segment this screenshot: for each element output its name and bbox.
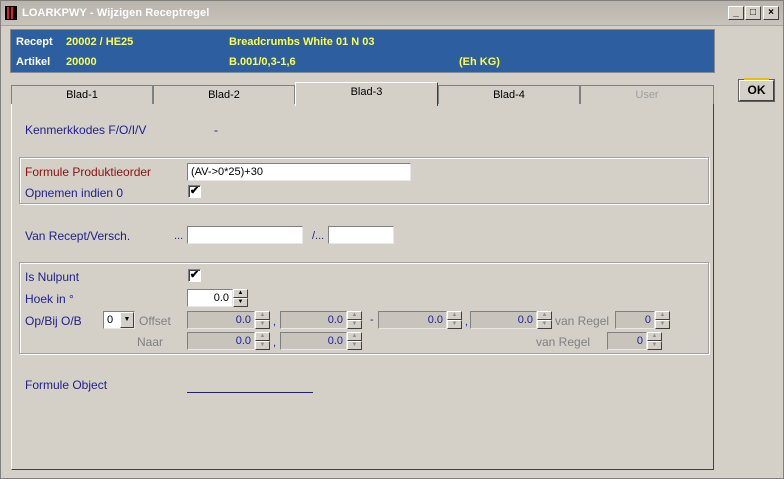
formule-object-link[interactable] — [187, 392, 313, 393]
tab-blad-4[interactable]: Blad-4 — [438, 85, 580, 106]
formule-produktieorder-input[interactable]: (AV->0*25)+30 — [187, 163, 411, 181]
hoek-spinner[interactable]: ▲ ▼ — [233, 289, 248, 307]
tab-blad-1[interactable]: Blad-1 — [11, 85, 153, 106]
minimize-button[interactable]: _ — [728, 6, 744, 20]
van-regel-label: van Regel — [555, 314, 610, 328]
offset-y-input: 0.0 — [280, 311, 347, 329]
tab-blad-3[interactable]: Blad-3 — [295, 82, 438, 106]
versch-input[interactable] — [328, 226, 394, 244]
offset-y2-spinner: ▲ ▼ — [537, 311, 552, 329]
van-recept-label: Van Recept/Versch. — [25, 229, 131, 243]
van-regel-spinner: ▲ ▼ — [655, 311, 670, 329]
recept-label: Recept — [16, 36, 53, 48]
naar-x-spinner: ▲ ▼ — [255, 332, 270, 350]
recept-description: Breadcrumbs White 01 N 03 — [229, 36, 375, 48]
tab-blad-2[interactable]: Blad-2 — [153, 85, 295, 106]
artikel-unit: (Eh KG) — [459, 56, 500, 68]
artikel-description: B.001/0,3-1,6 — [229, 56, 296, 68]
van-regel-2-spinner: ▲ ▼ — [647, 332, 662, 350]
formule-object-label: Formule Object — [25, 378, 108, 392]
hoek-input[interactable]: 0.0 — [187, 289, 233, 307]
offset-x2-spinner: ▲ ▼ — [447, 311, 462, 329]
recipe-header: Recept 20002 / HE25 Breadcrumbs White 01… — [10, 29, 715, 73]
offset-x2-input: 0.0 — [378, 311, 447, 329]
tab-user: User — [580, 85, 714, 106]
chevron-down-icon[interactable]: ▼ — [120, 312, 134, 328]
artikel-value: 20000 — [66, 56, 97, 68]
offset-range-separator: - — [370, 314, 374, 326]
tab-content-blad-3: Kenmerkkodes F/O/I/V - Formule Produktie… — [11, 104, 714, 470]
van-recept-input[interactable] — [187, 226, 303, 244]
van-recept-lookup-dots[interactable]: ... — [174, 230, 183, 242]
offset-x-input: 0.0 — [187, 311, 255, 329]
opbij-select-value: 0 — [107, 314, 114, 326]
kenmerkkodes-label: Kenmerkkodes F/O/I/V — [25, 123, 147, 137]
window: LOARKPWY - Wijzigen Receptregel _ □ × Re… — [0, 0, 784, 479]
van-regel-input: 0 — [615, 311, 655, 329]
van-regel-2-label: van Regel — [536, 335, 591, 349]
recept-value: 20002 / HE25 — [66, 36, 134, 48]
offset-comma-2: , — [465, 316, 469, 328]
versch-lookup-dots[interactable]: /... — [312, 230, 324, 242]
hoek-label: Hoek in ° — [25, 292, 74, 306]
opbij-label: Op/Bij O/B — [25, 314, 82, 328]
title-bar[interactable]: LOARKPWY - Wijzigen Receptregel _ □ × — [1, 1, 783, 26]
close-button[interactable]: × — [763, 6, 779, 20]
kenmerkkodes-value: - — [214, 123, 218, 137]
offset-y-spinner: ▲ ▼ — [347, 311, 362, 329]
naar-comma: , — [273, 337, 277, 349]
naar-y-input: 0.0 — [280, 332, 347, 350]
formule-produktieorder-label: Formule Produktieorder — [25, 165, 152, 179]
offset-y2-input: 0.0 — [470, 311, 537, 329]
tab-bar: Blad-1 Blad-2 Blad-3 Blad-4 User — [11, 82, 714, 106]
naar-y-spinner: ▲ ▼ — [347, 332, 362, 350]
window-title: LOARKPWY - Wijzigen Receptregel — [22, 7, 210, 19]
ok-button[interactable]: OK — [739, 78, 774, 101]
naar-x-input: 0.0 — [187, 332, 255, 350]
opnemen-indien-0-checkbox[interactable]: ✔ — [188, 185, 201, 198]
opbij-select[interactable]: 0 ▼ — [103, 311, 135, 329]
offset-label: Offset — [139, 314, 171, 328]
app-icon — [5, 6, 17, 20]
is-nulpunt-checkbox[interactable]: ✔ — [188, 269, 201, 282]
van-regel-2-input: 0 — [607, 332, 647, 350]
opnemen-indien-0-label: Opnemen indien 0 — [25, 186, 124, 200]
artikel-label: Artikel — [16, 56, 51, 68]
naar-label: Naar — [137, 335, 164, 349]
maximize-button[interactable]: □ — [745, 6, 761, 20]
nulpunt-group — [19, 262, 709, 354]
is-nulpunt-label: Is Nulpunt — [25, 270, 80, 284]
offset-comma-1: , — [273, 316, 277, 328]
offset-x-spinner: ▲ ▼ — [255, 311, 270, 329]
